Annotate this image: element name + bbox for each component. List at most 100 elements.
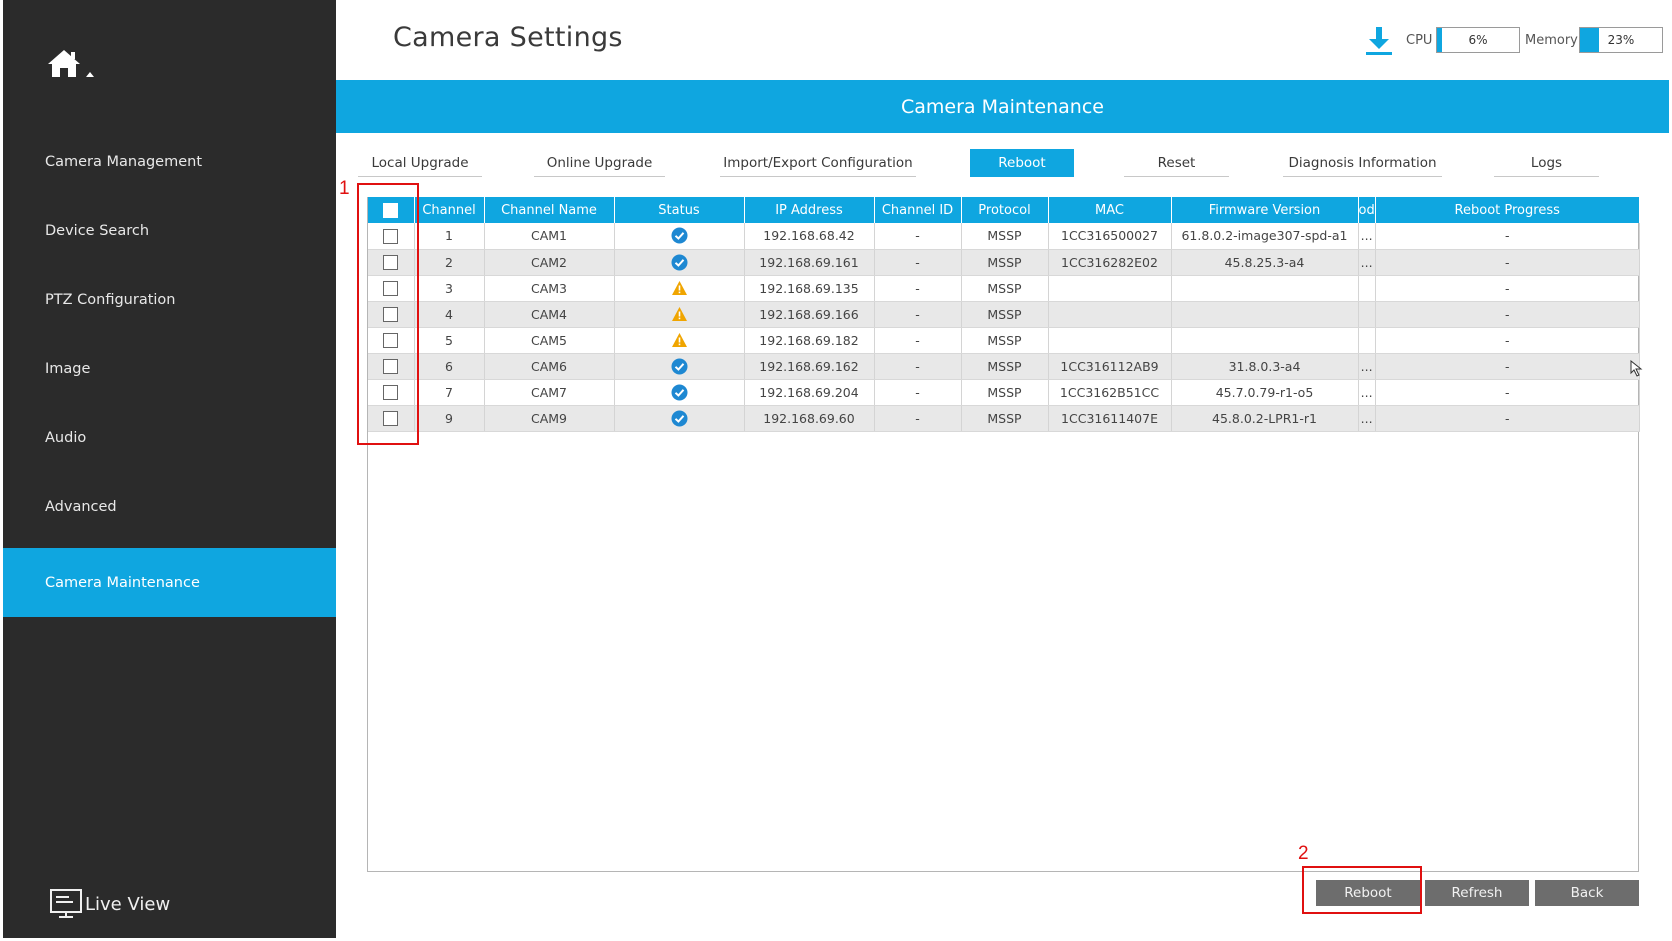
cell-channel: 1 bbox=[414, 223, 485, 250]
cell-fw: 31.8.0.3-a4 bbox=[1171, 353, 1359, 380]
check-circle-icon bbox=[671, 254, 688, 271]
cell-name: CAM1 bbox=[484, 223, 615, 250]
annotation-number-1: 1 bbox=[339, 178, 350, 199]
cell-progress: - bbox=[1375, 405, 1640, 432]
status-cell bbox=[614, 249, 745, 276]
reboot-button[interactable]: Reboot bbox=[1316, 880, 1420, 906]
status-cell bbox=[614, 301, 745, 328]
cell-cid: - bbox=[874, 379, 962, 406]
sidebar: Camera Management Device Search PTZ Conf… bbox=[3, 0, 336, 938]
refresh-button[interactable]: Refresh bbox=[1425, 880, 1529, 906]
camera-table: Channel Channel Name Status IP Address C… bbox=[368, 197, 1640, 432]
cell-channel: 4 bbox=[414, 301, 485, 328]
column-header: MAC bbox=[1048, 197, 1172, 223]
cell-od: ... bbox=[1358, 379, 1376, 406]
section-banner: Camera Maintenance bbox=[336, 80, 1669, 133]
cell-mac bbox=[1048, 275, 1172, 302]
cell-mac: 1CC31611407E bbox=[1048, 405, 1172, 432]
home-icon[interactable] bbox=[46, 47, 101, 87]
cell-protocol: MSSP bbox=[961, 353, 1049, 380]
cell-protocol: MSSP bbox=[961, 379, 1049, 406]
cell-mac: 1CC316282E02 bbox=[1048, 249, 1172, 276]
sidebar-item-image[interactable]: Image bbox=[3, 334, 336, 403]
monitor-icon bbox=[50, 889, 82, 918]
column-header: od bbox=[1358, 197, 1376, 223]
cell-name: CAM7 bbox=[484, 379, 615, 406]
cell-cid: - bbox=[874, 301, 962, 328]
sidebar-item-label: Camera Management bbox=[45, 153, 203, 170]
back-button[interactable]: Back bbox=[1535, 880, 1639, 906]
download-icon[interactable] bbox=[1363, 25, 1395, 57]
column-header: Channel bbox=[414, 197, 485, 223]
tab-diagnosis-information[interactable]: Diagnosis Information bbox=[1283, 149, 1442, 177]
cell-fw bbox=[1171, 327, 1359, 354]
cell-name: CAM3 bbox=[484, 275, 615, 302]
cell-cid: - bbox=[874, 405, 962, 432]
tab-reset[interactable]: Reset bbox=[1124, 149, 1229, 177]
sidebar-item-label: PTZ Configuration bbox=[45, 291, 176, 308]
cell-od: ... bbox=[1358, 249, 1376, 276]
tab-label: Diagnosis Information bbox=[1288, 154, 1437, 171]
cell-progress: - bbox=[1375, 223, 1640, 250]
tab-import-export-configuration[interactable]: Import/Export Configuration bbox=[720, 149, 916, 177]
live-view-button[interactable]: Live View bbox=[49, 886, 170, 922]
sidebar-item-device-search[interactable]: Device Search bbox=[3, 196, 336, 265]
sidebar-item-label: Image bbox=[45, 360, 91, 377]
sidebar-item-camera-management[interactable]: Camera Management bbox=[3, 127, 336, 196]
cell-progress: - bbox=[1375, 327, 1640, 354]
cell-ip: 192.168.69.135 bbox=[744, 275, 875, 302]
cell-od bbox=[1358, 327, 1376, 354]
tab-label: Reboot bbox=[998, 155, 1046, 171]
sidebar-item-camera-maintenance[interactable]: Camera Maintenance bbox=[3, 548, 336, 617]
table-row[interactable]: 7 CAM7 192.168.69.204- MSSP 1CC3162B51CC 45.7… bbox=[368, 379, 1640, 406]
table-row[interactable]: 5 CAM5 192.168.69.182- MSSP - bbox=[368, 327, 1640, 354]
sidebar-item-ptz-configuration[interactable]: PTZ Configuration bbox=[3, 265, 336, 334]
sidebar-item-label: Device Search bbox=[45, 222, 150, 239]
cell-od: ... bbox=[1358, 353, 1376, 380]
cell-cid: - bbox=[874, 327, 962, 354]
sidebar-item-label: Advanced bbox=[45, 498, 117, 515]
sidebar-item-label: Audio bbox=[45, 429, 87, 446]
cell-ip: 192.168.69.161 bbox=[744, 249, 875, 276]
status-cell bbox=[614, 275, 745, 302]
column-header: Firmware Version bbox=[1171, 197, 1359, 223]
table-row[interactable]: 2 CAM2 192.168.69.161- MSSP 1CC316282E02 45.8… bbox=[368, 249, 1640, 276]
cell-ip: 192.168.69.182 bbox=[744, 327, 875, 354]
cell-name: CAM2 bbox=[484, 249, 615, 276]
tab-reboot[interactable]: Reboot bbox=[970, 149, 1074, 177]
table-row[interactable]: 3 CAM3 192.168.69.135- MSSP - bbox=[368, 275, 1640, 302]
cell-protocol: MSSP bbox=[961, 327, 1049, 354]
cell-name: CAM4 bbox=[484, 301, 615, 328]
cell-protocol: MSSP bbox=[961, 249, 1049, 276]
tab-online-upgrade[interactable]: Online Upgrade bbox=[534, 149, 665, 177]
tab-label: Reset bbox=[1157, 154, 1196, 171]
table-row[interactable]: 4 CAM4 192.168.69.166- MSSP - bbox=[368, 301, 1640, 328]
cell-cid: - bbox=[874, 249, 962, 276]
column-header: Reboot Progress bbox=[1375, 197, 1640, 223]
table-row[interactable]: 6 CAM6 192.168.69.162- MSSP 1CC316112AB9 31.8… bbox=[368, 353, 1640, 380]
cell-fw: 45.8.25.3-a4 bbox=[1171, 249, 1359, 276]
cpu-label: CPU bbox=[1406, 33, 1433, 48]
cell-protocol: MSSP bbox=[961, 301, 1049, 328]
cell-od bbox=[1358, 275, 1376, 302]
cell-ip: 192.168.68.42 bbox=[744, 223, 875, 250]
sidebar-item-advanced[interactable]: Advanced bbox=[3, 472, 336, 541]
tab-local-upgrade[interactable]: Local Upgrade bbox=[358, 149, 482, 177]
tab-label: Import/Export Configuration bbox=[723, 154, 913, 171]
tab-logs[interactable]: Logs bbox=[1494, 149, 1599, 177]
table-row[interactable]: 1 CAM1 192.168.68.42- MSSP 1CC316500027 61.8.… bbox=[368, 223, 1640, 250]
sidebar-item-audio[interactable]: Audio bbox=[3, 403, 336, 472]
tab-label: Logs bbox=[1530, 154, 1563, 171]
app-window: Camera Management Device Search PTZ Conf… bbox=[0, 0, 1672, 941]
status-cell bbox=[614, 353, 745, 380]
cell-channel: 6 bbox=[414, 353, 485, 380]
cell-fw bbox=[1171, 301, 1359, 328]
check-circle-icon bbox=[671, 227, 688, 244]
table-row[interactable]: 9 CAM9 192.168.69.60- MSSP 1CC31611407E 45.8.… bbox=[368, 405, 1640, 432]
cell-cid: - bbox=[874, 275, 962, 302]
memory-value: 23% bbox=[1607, 33, 1635, 47]
status-cell bbox=[614, 223, 745, 250]
cell-mac: 1CC316112AB9 bbox=[1048, 353, 1172, 380]
cell-progress: - bbox=[1375, 353, 1640, 380]
annotation-box-checkboxes bbox=[357, 183, 419, 445]
